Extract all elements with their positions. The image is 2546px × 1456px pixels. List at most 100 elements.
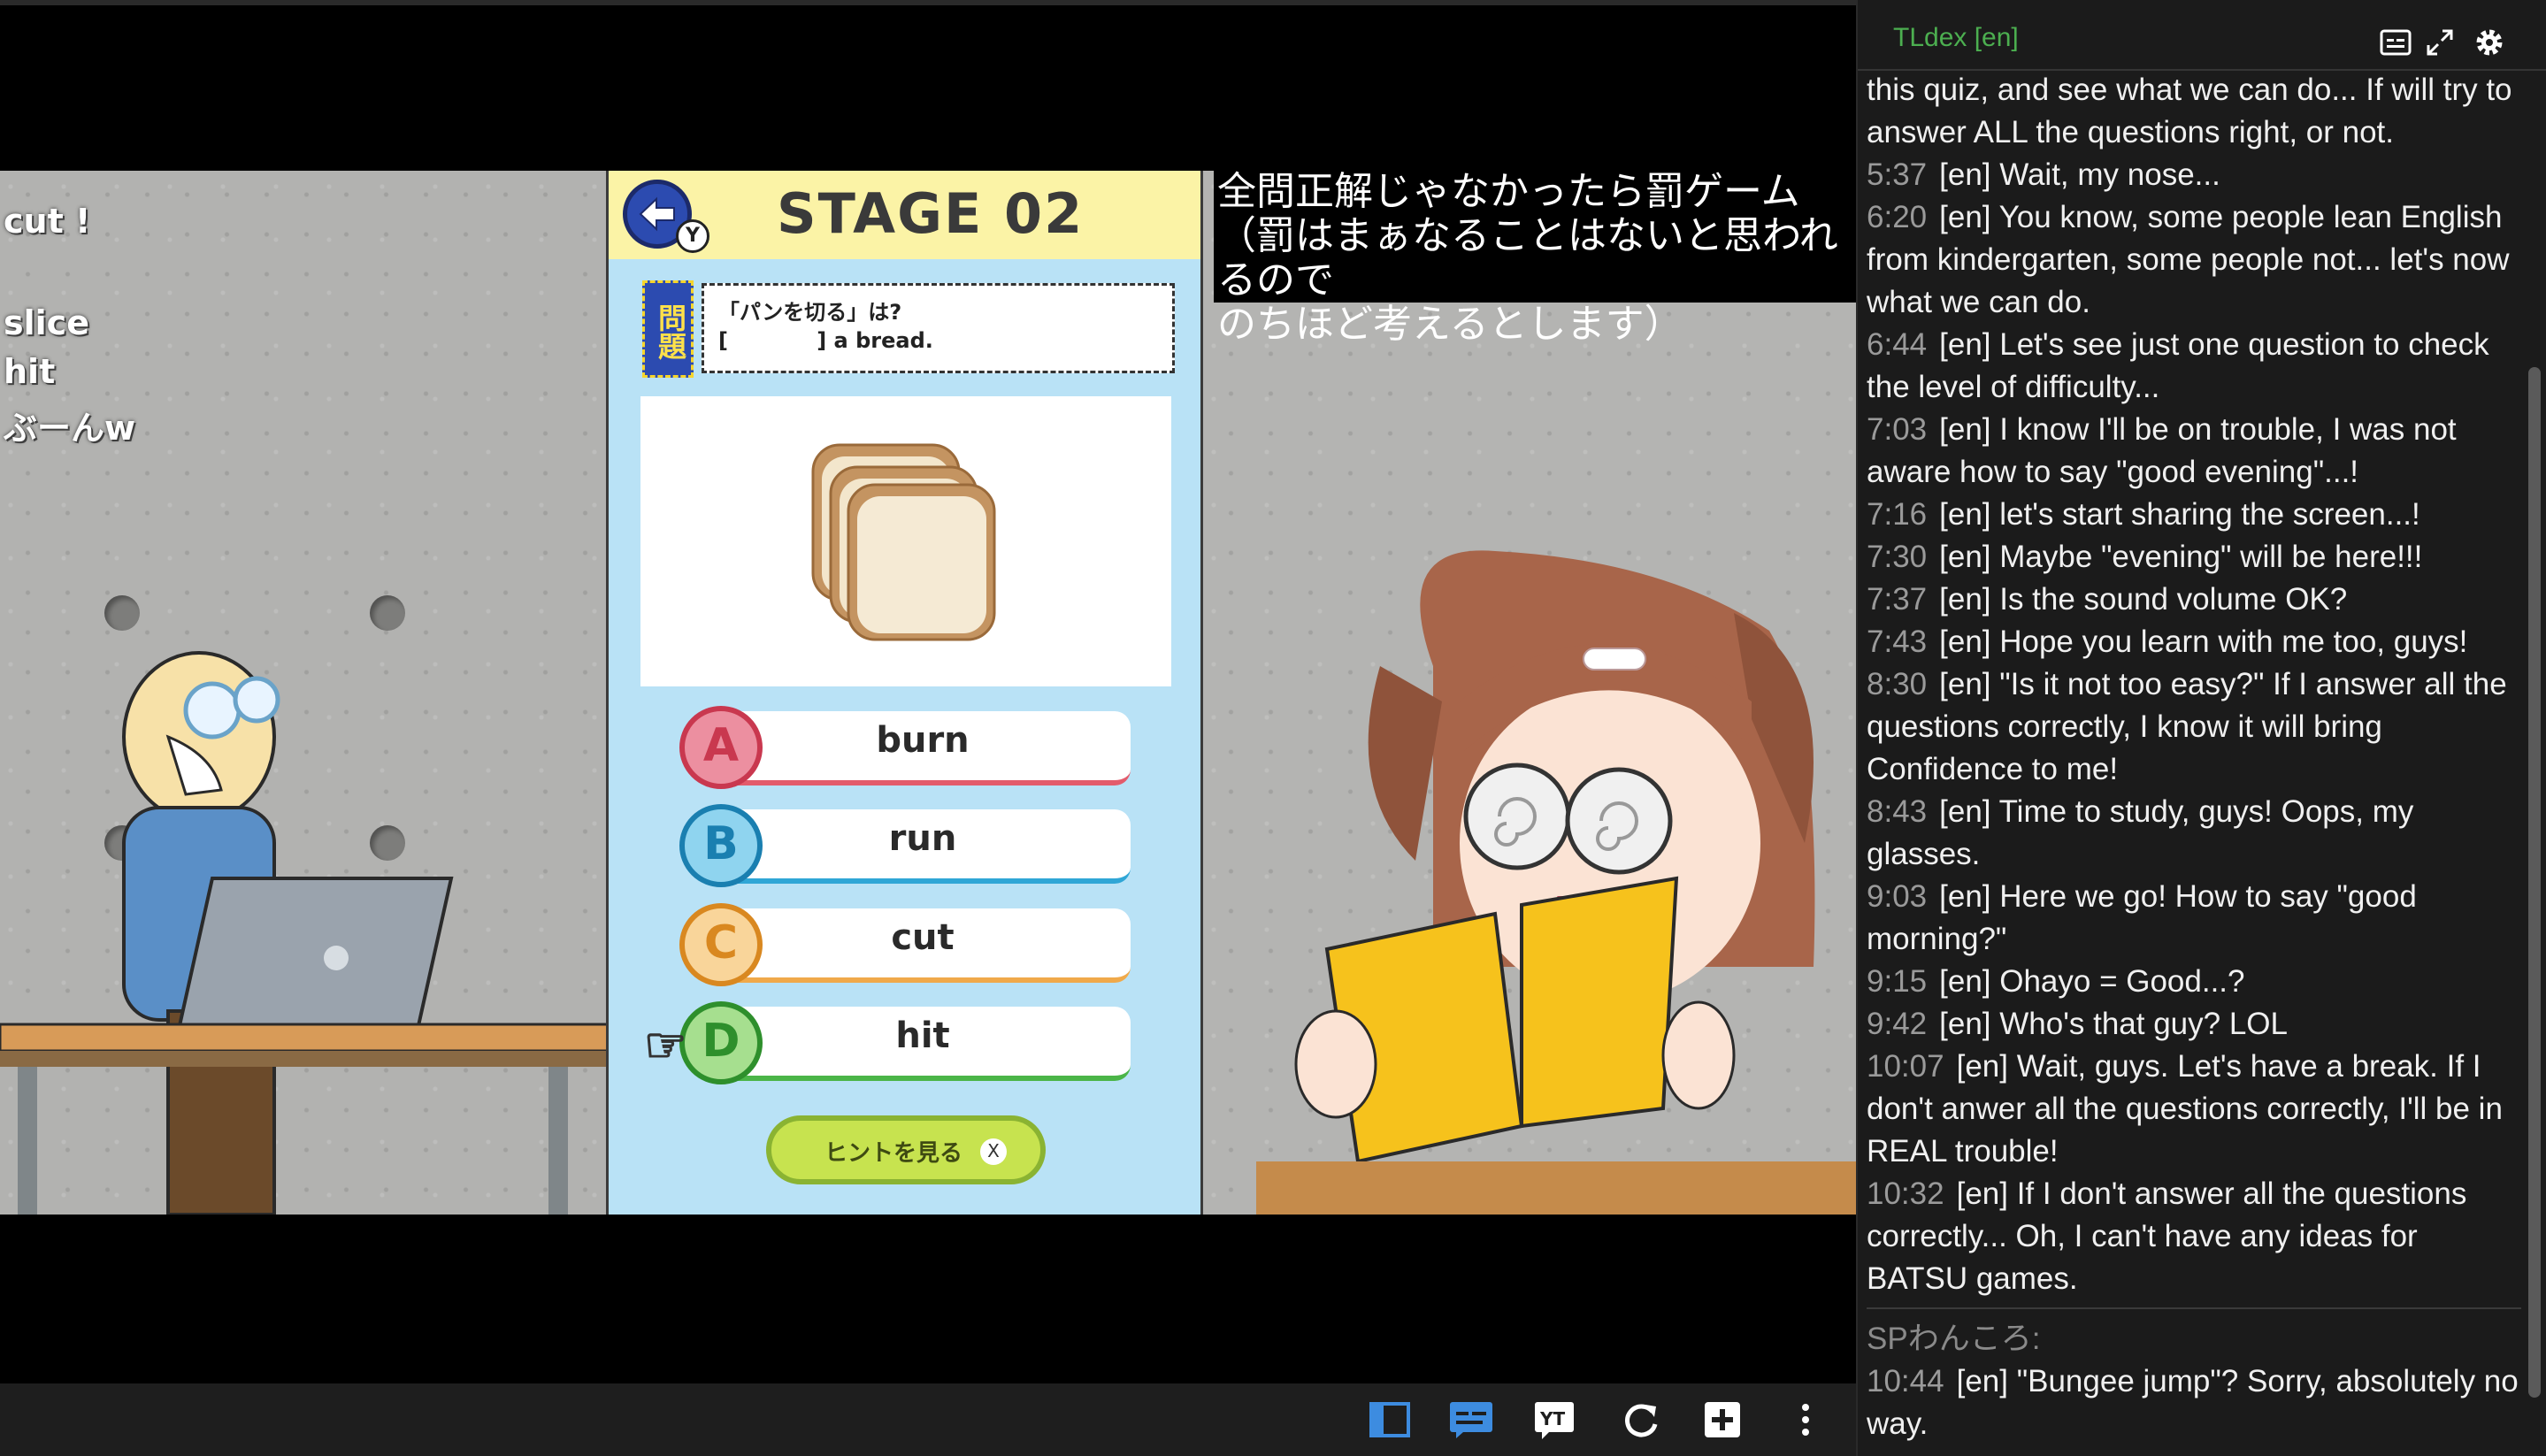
layout-icon: [1369, 1402, 1410, 1437]
question-line: 「パンを切る」は?: [718, 300, 902, 325]
chat-message: 10:07 [en] Wait, guys. Let's have a break…: [1867, 1046, 2521, 1173]
stage-title: STAGE 02: [777, 181, 1085, 246]
refresh-button[interactable]: [1617, 1396, 1665, 1444]
question-tag: 問題: [642, 280, 694, 378]
chat-message: 6:44 [en] Let's see just one question to …: [1867, 324, 2521, 409]
message-text: [en] Maybe "evening" will be here!!!: [1939, 540, 2423, 574]
chat-message: 7:37 [en] Is the sound volume OK?: [1867, 579, 2521, 621]
message-time[interactable]: 10:32: [1867, 1176, 1944, 1211]
message-text: [en] "Bungee jump"? Sorry, absolutely no…: [1867, 1364, 2519, 1441]
chat-message: 7:30 [en] Maybe "evening" will be here!!!: [1867, 536, 2521, 579]
player-toolbar: YT: [0, 1383, 1856, 1456]
message-text: [en] Let's see just one question to chec…: [1867, 327, 2489, 404]
answer-label: hit: [895, 1015, 950, 1056]
chat-message: 9:42 [en] Who's that guy? LOL: [1867, 1003, 2521, 1046]
message-time[interactable]: 7:37: [1867, 582, 1927, 617]
answer-option-b[interactable]: run B: [679, 804, 1131, 889]
expand-button[interactable]: [2422, 25, 2458, 60]
message-time[interactable]: 6:20: [1867, 200, 1927, 234]
svg-text:YT: YT: [1539, 1408, 1565, 1429]
subtitles-icon: [1450, 1402, 1492, 1438]
message-time[interactable]: 10:07: [1867, 1049, 1944, 1084]
more-button[interactable]: [1782, 1396, 1829, 1444]
message-time[interactable]: 9:15: [1867, 964, 1927, 999]
answer-option-c[interactable]: cut C: [679, 903, 1131, 988]
message-text: [en] You know, some people lean English …: [1867, 200, 2510, 319]
message-text: [en] Time to study, guys! Oops, my glass…: [1867, 794, 2414, 871]
settings-button[interactable]: [2472, 25, 2507, 60]
message-text: [en] Who's that guy? LOL: [1939, 1007, 2288, 1041]
message-time[interactable]: 9:03: [1867, 879, 1927, 914]
message-text: [en] Wait, guys. Let's have a break. If …: [1867, 1049, 2503, 1169]
message-time[interactable]: 9:42: [1867, 1007, 1927, 1041]
question-line: [ ] a bread.: [718, 328, 933, 353]
message-time[interactable]: 5:37: [1867, 157, 1927, 192]
chat-message: 10:32 [en] If I don't answer all the ques…: [1867, 1173, 2521, 1300]
chat-message: 8:43 [en] Time to study, guys! Oops, my g…: [1867, 791, 2521, 876]
hand-pointer-icon: ☞: [643, 1016, 687, 1074]
question-image: [640, 396, 1171, 686]
desk: [1256, 1161, 1856, 1215]
chat-message: this quiz, and see what we can do... If …: [1867, 69, 2521, 154]
subtitles-button[interactable]: [1447, 1396, 1495, 1444]
message-text: [en] I know I'll be on trouble, I was no…: [1867, 412, 2457, 489]
student-illustration: [0, 651, 606, 1215]
bread-illustration: [811, 443, 996, 641]
message-author: SPわんころ:: [1867, 1322, 2041, 1356]
chat-message: 8:30 [en] "Is it not too easy?" If I answ…: [1867, 663, 2521, 791]
chat-title: TLdex [en]: [1893, 23, 2019, 52]
more-icon: [1802, 1404, 1809, 1436]
caption-toggle-button[interactable]: [2378, 25, 2413, 60]
answer-label: run: [888, 818, 957, 859]
expand-icon: [2427, 29, 2453, 56]
hint-key-badge: X: [980, 1138, 1007, 1165]
caption-overlay: 全問正解じゃなかったら罰ゲーム （罰はまぁなることはないと思われるので のちほど…: [1214, 168, 1856, 347]
answer-letter: A: [679, 706, 763, 789]
message-text: [en] let's start sharing the screen...!: [1939, 497, 2420, 532]
message-time[interactable]: 6:44: [1867, 327, 1927, 362]
answer-label: burn: [876, 720, 970, 761]
message-time[interactable]: 10:44: [1867, 1364, 1944, 1399]
message-text: [en] Wait, my nose...: [1939, 157, 2220, 192]
chat-message: 10:44 [en] "Bungee jump"? Sorry, absolute…: [1867, 1360, 2521, 1445]
left-scene: cut ! slice hit ぶーんw: [0, 171, 606, 1215]
chat-message-list: this quiz, and see what we can do... If …: [1867, 69, 2521, 1449]
refresh-icon: [1625, 1404, 1658, 1437]
chat-message: 5:37 [en] Wait, my nose...: [1867, 154, 2521, 196]
answer-option-a[interactable]: burn A: [679, 706, 1131, 791]
message-text: [en] Ohayo = Good...?: [1939, 964, 2245, 999]
message-time[interactable]: 7:30: [1867, 540, 1927, 574]
youtube-button[interactable]: YT: [1530, 1396, 1578, 1444]
message-time[interactable]: 7:03: [1867, 412, 1927, 447]
message-time[interactable]: 7:16: [1867, 497, 1927, 532]
youtube-icon: YT: [1535, 1402, 1574, 1439]
chat-scrollbar[interactable]: [2528, 367, 2541, 1398]
top-border: [0, 0, 1856, 5]
video-area: cut ! slice hit ぶーんw Y STAGE 02 問題 「パンを切…: [0, 0, 1856, 1456]
captions-icon: [2380, 29, 2412, 56]
question-box: 「パンを切る」は? [ ] a bread.: [702, 283, 1175, 373]
quiz-header: Y STAGE 02: [609, 171, 1200, 259]
answer-letter: C: [679, 903, 763, 986]
add-button[interactable]: [1699, 1396, 1746, 1444]
chat-message: 7:16 [en] let's start sharing the screen.…: [1867, 494, 2521, 536]
add-icon: [1705, 1402, 1740, 1437]
chat-message: 9:03 [en] Here we go! How to say "good mo…: [1867, 876, 2521, 961]
message-time[interactable]: 8:43: [1867, 794, 1927, 829]
quiz-panel: Y STAGE 02 問題 「パンを切る」は? [ ] a bread. bur…: [606, 171, 1203, 1215]
answer-label: cut: [891, 917, 955, 958]
message-text: [en] If I don't answer all the questions…: [1867, 1176, 2467, 1296]
answer-option-d[interactable]: hit D: [679, 1001, 1131, 1086]
tldex-chat-panel: TLdex [en] this quiz, and see what we ca…: [1856, 0, 2546, 1456]
layout-button[interactable]: [1366, 1396, 1414, 1444]
hint-button[interactable]: ヒントを見る X: [766, 1115, 1046, 1184]
message-text: [en] Hope you learn with me too, guys!: [1939, 625, 2468, 659]
message-time[interactable]: 7:43: [1867, 625, 1927, 659]
chat-message: 7:03 [en] I know I'll be on trouble, I wa…: [1867, 409, 2521, 494]
answer-letter: D: [679, 1001, 763, 1084]
message-text: [en] Here we go! How to say "good mornin…: [1867, 879, 2417, 956]
back-key-badge: Y: [676, 219, 709, 253]
message-time[interactable]: 8:30: [1867, 667, 1927, 701]
message-text: [en] Is the sound volume OK?: [1939, 582, 2348, 617]
hint-label: ヒントを見る: [824, 1140, 963, 1167]
